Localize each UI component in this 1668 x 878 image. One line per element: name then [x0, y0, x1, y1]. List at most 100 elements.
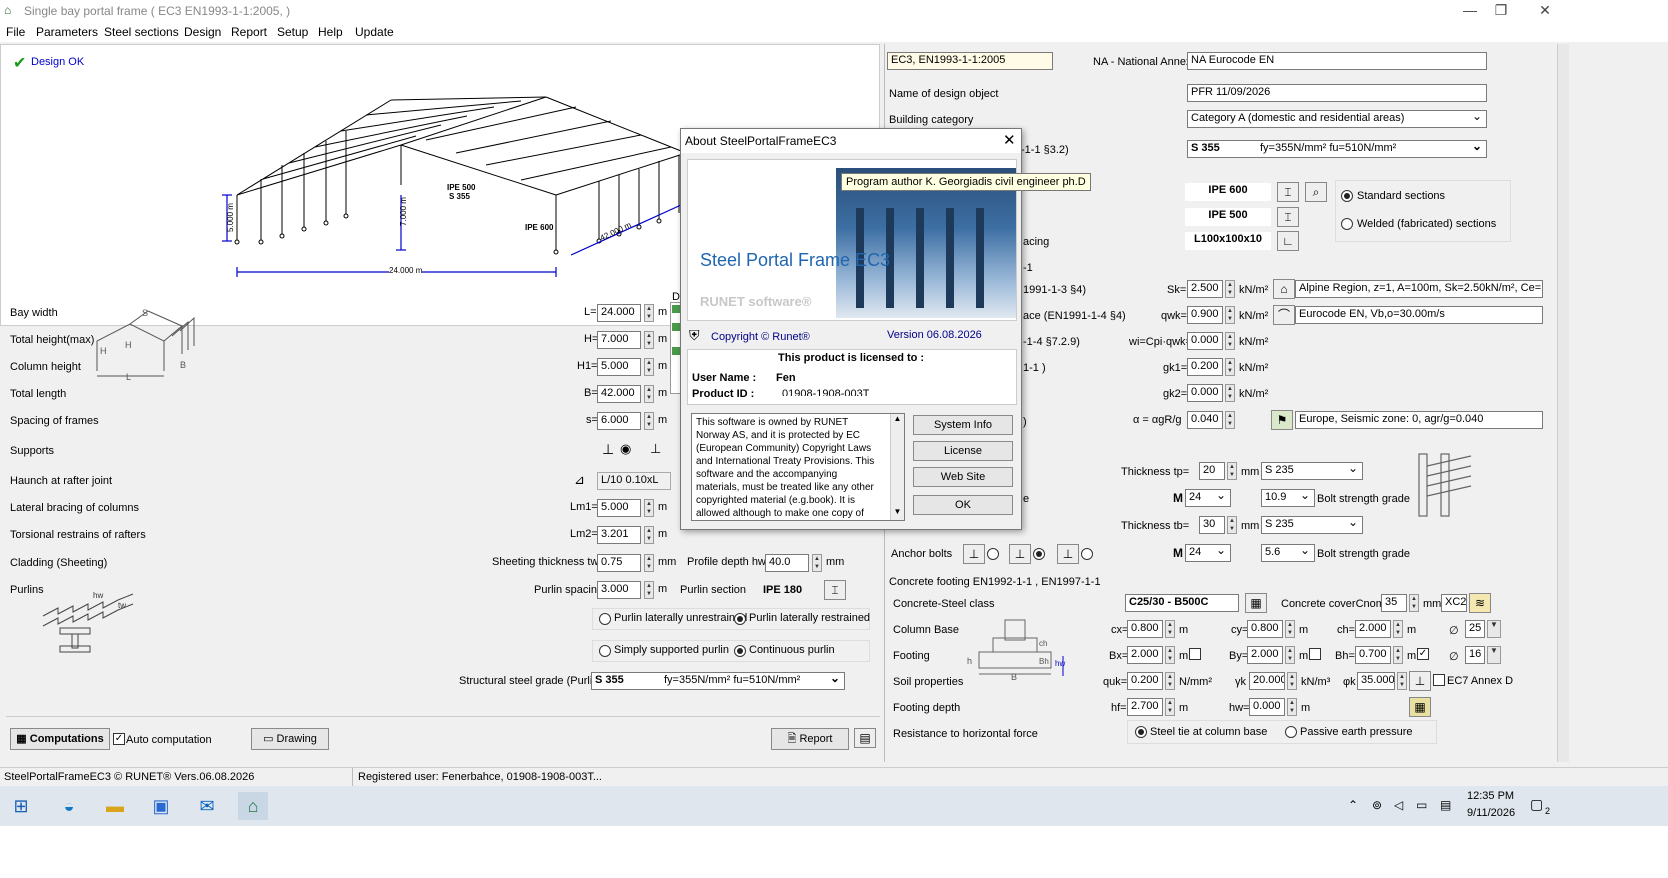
seismic-zone-icon[interactable]: ⚑ [1271, 410, 1293, 430]
building-category-select[interactable]: Category A (domestic and residential are… [1187, 110, 1487, 128]
snow-region-icon[interactable]: ⌂ [1273, 279, 1295, 299]
export-icon[interactable]: ▤ [854, 728, 876, 748]
haunch-value[interactable]: L/10 0.10xL [597, 472, 671, 490]
cx-spinner[interactable]: ▲ ▼ [1165, 620, 1175, 638]
purlin-spacing-spinner[interactable]: ▲ ▼ [644, 581, 654, 599]
rebar-dia2-dropdown[interactable]: ▼ [1487, 646, 1501, 664]
steel-grade-select[interactable]: S 355 fy=355N/mm² fu=510N/mm² [1187, 140, 1487, 158]
hw-spinner[interactable]: ▲ ▼ [1287, 698, 1297, 716]
gk2-input[interactable]: 0.000 [1187, 384, 1223, 402]
minimize-button[interactable]: — [1455, 2, 1485, 20]
alpha-spinner[interactable]: ▲ ▼ [1225, 411, 1235, 429]
phi-k-spinner[interactable]: ▲ ▼ [1397, 672, 1407, 690]
auto-computation-checkbox[interactable]: ✓ [113, 733, 125, 745]
column-section-icon[interactable]: ⌶ [1277, 182, 1299, 202]
gk1-spinner[interactable]: ▲ ▼ [1225, 358, 1235, 376]
column-section-field[interactable]: IPE 600 [1185, 183, 1271, 201]
tp-input[interactable]: 20 [1199, 462, 1225, 480]
menu-design[interactable]: Design [184, 25, 221, 39]
anchor-type2-radio[interactable] [1033, 548, 1045, 560]
file-explorer-icon[interactable]: ▬ [100, 792, 130, 820]
seismic-description-field[interactable]: Europe, Seismic zone: 0, agr/g=0.040 [1295, 411, 1543, 429]
design-code-field[interactable]: EC3, EN1993-1-1:2005 [887, 52, 1053, 70]
sk-input[interactable]: 2.500 [1187, 280, 1223, 298]
bx-spinner[interactable]: ▲ ▼ [1165, 646, 1175, 664]
bolt2-size-select[interactable]: 24 [1185, 544, 1231, 562]
welded-sections-radio[interactable] [1341, 218, 1353, 230]
total-height-input[interactable]: 7.000 [597, 331, 641, 349]
clock-time[interactable]: 12:35 PM [1467, 790, 1514, 802]
computations-button[interactable]: ▦ Computations [10, 728, 110, 750]
purlin-restrained-radio[interactable] [734, 613, 746, 625]
concrete-class-field[interactable]: C25/30 - B500C [1125, 594, 1239, 612]
clock-date[interactable]: 9/11/2026 [1467, 807, 1515, 819]
steel-tie-radio[interactable] [1135, 726, 1147, 738]
hf-input[interactable]: 2.700 [1127, 698, 1163, 716]
rafter-section-icon[interactable]: ⌶ [1277, 207, 1299, 227]
ok-button[interactable]: OK [913, 495, 1013, 515]
cpi-input[interactable]: 0.000 [1187, 332, 1223, 350]
exposure-icon[interactable]: ≋ [1469, 593, 1491, 613]
cover-spinner[interactable]: ▲ ▼ [1409, 594, 1419, 612]
footing-depth-icon[interactable]: ▦ [1409, 697, 1431, 717]
section-library-icon[interactable]: ⌕ [1305, 182, 1327, 202]
wind-icon[interactable]: ⌒ [1273, 305, 1295, 325]
alpha-input[interactable]: 0.040 [1187, 411, 1223, 429]
cy-input[interactable]: 0.800 [1247, 620, 1283, 638]
cx-input[interactable]: 0.800 [1127, 620, 1163, 638]
license-scrollbar[interactable]: ▲ ▼ [890, 414, 904, 520]
bracing-section-field[interactable]: L100x100x10 [1185, 232, 1271, 250]
bay-width-input[interactable]: 24.000 [597, 304, 641, 322]
outlook-icon[interactable]: ✉ [192, 792, 222, 820]
by-input[interactable]: 2.000 [1247, 646, 1283, 664]
fixed-support-icon[interactable]: ⊥ [602, 441, 614, 458]
hw-input[interactable]: 0.000 [1249, 698, 1285, 716]
dialog-close-icon[interactable]: ✕ [1003, 131, 1016, 149]
gamma-k-spinner[interactable]: ▲ ▼ [1287, 672, 1297, 690]
lateral-bracing-input[interactable]: 5.000 [597, 499, 641, 517]
soil-settings-icon[interactable]: ⊥ [1409, 671, 1431, 691]
tb-grade-select[interactable]: S 235 [1261, 516, 1363, 534]
profile-depth-input[interactable]: 40.0 [765, 554, 809, 572]
anchor-type1-icon[interactable]: ⊥ [963, 544, 985, 564]
column-height-input[interactable]: 5.000 [597, 358, 641, 376]
quk-input[interactable]: 0.200 [1127, 672, 1163, 690]
spacing-input[interactable]: 6.000 [597, 412, 641, 430]
web-site-button[interactable]: Web Site [913, 467, 1013, 487]
tray-device-icon[interactable]: ⊚ [1372, 798, 1382, 812]
bolt2-grade-select[interactable]: 5.6 [1261, 544, 1315, 562]
standard-sections-radio[interactable] [1341, 190, 1353, 202]
column-height-spinner[interactable]: ▲ ▼ [644, 358, 654, 376]
bh-checkbox[interactable]: ✓ [1417, 648, 1429, 660]
purlin-section-icon[interactable]: ⌶ [824, 580, 846, 600]
profile-depth-spinner[interactable]: ▲ ▼ [812, 554, 822, 572]
tb-input[interactable]: 30 [1199, 516, 1225, 534]
hf-spinner[interactable]: ▲ ▼ [1165, 698, 1175, 716]
gk2-spinner[interactable]: ▲ ▼ [1225, 384, 1235, 402]
bx-input[interactable]: 2.000 [1127, 646, 1163, 664]
bh-spinner[interactable]: ▲ ▼ [1393, 646, 1403, 664]
purlin-grade-select[interactable]: S 355 fy=355N/mm² fu=510N/mm² [591, 672, 845, 690]
by-checkbox[interactable] [1309, 648, 1321, 660]
cpi-spinner[interactable]: ▲ ▼ [1225, 332, 1235, 350]
total-length-spinner[interactable]: ▲ ▼ [644, 385, 654, 403]
tp-spinner[interactable]: ▲ ▼ [1227, 462, 1237, 480]
spacing-spinner[interactable]: ▲ ▼ [644, 412, 654, 430]
rafter-section-field[interactable]: IPE 500 [1185, 208, 1271, 226]
wind-description-field[interactable]: Eurocode EN, Vb,o=30.00m/s [1295, 306, 1543, 324]
lateral-bracing-spinner[interactable]: ▲ ▼ [644, 499, 654, 517]
torsional-spinner[interactable]: ▲ ▼ [644, 526, 654, 544]
rebar-dia1-dropdown[interactable]: ▼ [1487, 620, 1501, 638]
anchor-type3-icon[interactable]: ⊥ [1057, 544, 1079, 564]
menu-setup[interactable]: Setup [277, 25, 308, 39]
gamma-k-input[interactable]: 20.000 [1249, 672, 1285, 690]
bolt1-size-select[interactable]: 24 [1185, 489, 1231, 507]
design-object-input[interactable]: PFR 11/09/2026 [1187, 84, 1487, 102]
bay-width-spinner[interactable]: ▲ ▼ [644, 304, 654, 322]
bolt1-grade-select[interactable]: 10.9 [1261, 489, 1315, 507]
system-info-button[interactable]: System Info [913, 415, 1013, 435]
bx-checkbox[interactable] [1189, 648, 1201, 660]
concrete-properties-icon[interactable]: ▦ [1245, 593, 1267, 613]
tray-chevron-icon[interactable]: ⌃ [1348, 798, 1358, 812]
sheeting-thickness-input[interactable]: 0.75 [597, 554, 641, 572]
